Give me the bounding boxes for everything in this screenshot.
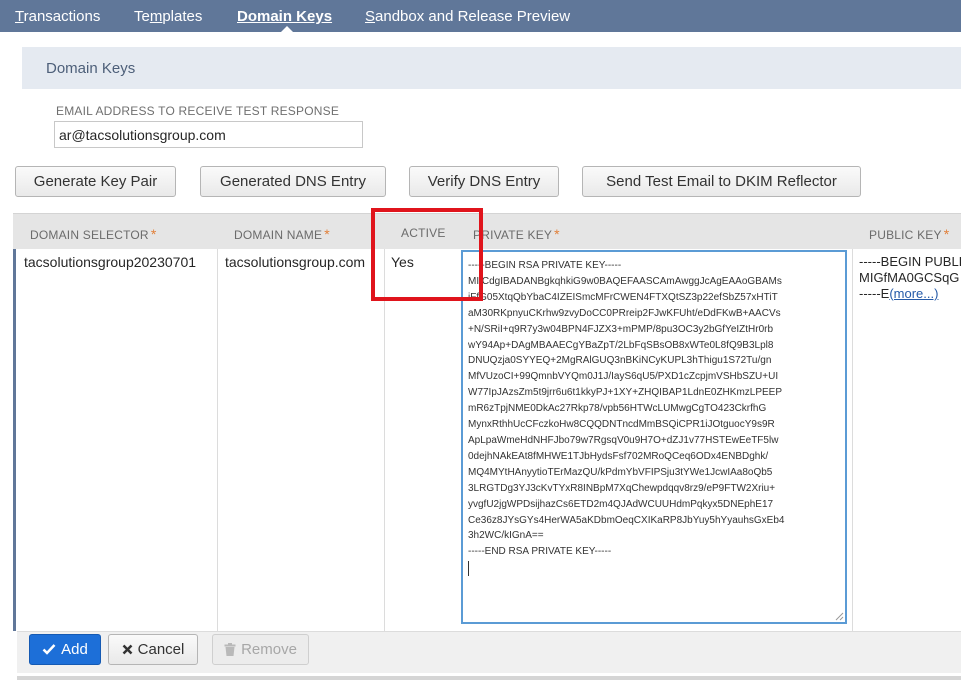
private-key-line: yvgfU2jgWPDsijhazCs6ETD2m4QJAdWCUUHdmPqk… <box>468 498 774 510</box>
resize-handle-icon[interactable] <box>834 611 844 621</box>
header-private-key: PRIVATE KEY * <box>473 226 560 242</box>
private-key-line: mR6zTpjNME0DkAc27Rkp78/vpb56HTWcLUMwgCgT… <box>468 403 767 415</box>
private-key-textarea[interactable]: -----BEGIN RSA PRIVATE KEY----- MIICdgIB… <box>461 250 847 624</box>
domain-selector-value[interactable]: tacsolutionsgroup20230701 <box>24 254 196 270</box>
section-title: Domain Keys <box>46 60 136 77</box>
table-header: DOMAIN SELECTOR * DOMAIN NAME * ACTIVE PRI… <box>13 213 961 249</box>
bottom-divider <box>17 676 961 680</box>
private-key-line: ApLpaWmeHdNHFJbo79w7RgsqV0u9H7O+dZJ1v77H… <box>468 434 779 446</box>
verify-dns-entry-button[interactable]: Verify DNS Entry <box>409 166 559 197</box>
cancel-button[interactable]: Cancel <box>108 634 198 665</box>
private-key-line: 0dejhNAkEAt8fMHWE1TJbHydsFsf702MRoQCeq6O… <box>468 450 769 462</box>
email-label: EMAIL ADDRESS TO RECEIVE TEST RESPONSE <box>56 104 340 118</box>
checkmark-icon <box>42 644 56 655</box>
remove-button[interactable]: Remove <box>212 634 309 665</box>
private-key-line: Ce36z8JYsGYs4HerWA5aKDbmOeqCXIKaRP8JbYuy… <box>468 514 785 526</box>
column-divider <box>384 249 385 631</box>
active-tab-indicator <box>280 26 294 33</box>
tab-sandbox-release-preview[interactable]: Sandbox and Release Preview <box>365 0 570 32</box>
domain-name-value[interactable]: tacsolutionsgroup.com <box>225 254 365 270</box>
generate-key-pair-button[interactable]: Generate Key Pair <box>15 166 176 197</box>
remove-button-label: Remove <box>241 641 297 658</box>
private-key-line: 3LRGTDg3YJ3cKvTYxR8INBpM7XqChewpdqqv8rz9… <box>468 482 776 494</box>
generated-dns-entry-button[interactable]: Generated DNS Entry <box>200 166 386 197</box>
private-key-line: MynxRthhUcCFczkoHw8CQQDNTncdMmBSQiCPR1iJ… <box>468 419 775 431</box>
tab-templates[interactable]: Templates <box>134 0 202 32</box>
private-key-line: MIICdgIBADANBgkqhkiG9w0BAQEFAASCAmAwggJc… <box>468 275 782 287</box>
public-key-line: -----BEGIN PUBLIC <box>859 254 961 269</box>
private-key-line: -----END RSA PRIVATE KEY----- <box>468 546 612 558</box>
private-key-line: W77IpJAzsZm5t9jrr6u6t1kkyPJ+1XY+ZHQIBAP1… <box>468 387 783 399</box>
top-nav: Transactions Templates Domain Keys Sandb… <box>0 0 961 33</box>
public-key-more-link[interactable]: (more...) <box>889 286 938 301</box>
header-domain-selector: DOMAIN SELECTOR * <box>30 226 157 242</box>
public-key-line: -----E <box>859 286 890 301</box>
header-domain-name: DOMAIN NAME * <box>234 226 330 242</box>
private-key-line: -----BEGIN RSA PRIVATE KEY----- <box>468 260 622 271</box>
column-divider <box>852 249 853 631</box>
private-key-line: MQ4MYtHAnyytioTErMazQU/kPdmYbVFIPSju3tYW… <box>468 466 773 478</box>
private-key-line: DNUQzja0SYYEQ+2MgRAlGUQ3nBKiNCyKUPL3hThi… <box>468 355 772 367</box>
header-public-key: PUBLIC KEY * <box>869 226 950 242</box>
section-header: Domain Keys <box>22 47 961 89</box>
send-test-email-button[interactable]: Send Test Email to DKIM Reflector <box>582 166 861 197</box>
column-divider <box>217 249 218 631</box>
private-key-line: 3h2WC/kIGnA== <box>468 530 544 542</box>
x-icon <box>122 644 133 655</box>
text-cursor <box>468 561 469 577</box>
email-input[interactable] <box>54 121 363 148</box>
trash-icon <box>224 643 236 656</box>
private-key-line: aM30RKpnyuCKrhw9zvyDoCC0PRreip2FJwKFUht/… <box>468 307 781 319</box>
cancel-button-label: Cancel <box>137 641 185 658</box>
private-key-line: wY94Ap+DAgMBAAECgYBaZpT/2LbFqSBsOB8xWTe0… <box>468 339 774 351</box>
private-key-line: iFfG05XtqQbYbaC4IZEISmcMFrCWEN4FTXQtSZ3p… <box>468 291 778 303</box>
highlight-box <box>371 208 483 301</box>
private-key-line: +N/SRiI+q9R7y3w04BPN4FJZX3+mPMP/8pu3OC3y… <box>468 323 774 335</box>
add-button[interactable]: Add <box>29 634 101 665</box>
public-key-line: MIGfMA0GCSqG <box>859 270 960 285</box>
tab-transactions[interactable]: Transactions <box>15 0 100 32</box>
public-key-value: -----BEGIN PUBLIC MIGfMA0GCSqG -----E(mo… <box>859 254 961 302</box>
add-button-label: Add <box>61 641 88 658</box>
private-key-line: MfVUzoCI+99QmnbVYQm0J1J/IayS6qU5/PXD1cZc… <box>468 371 779 383</box>
